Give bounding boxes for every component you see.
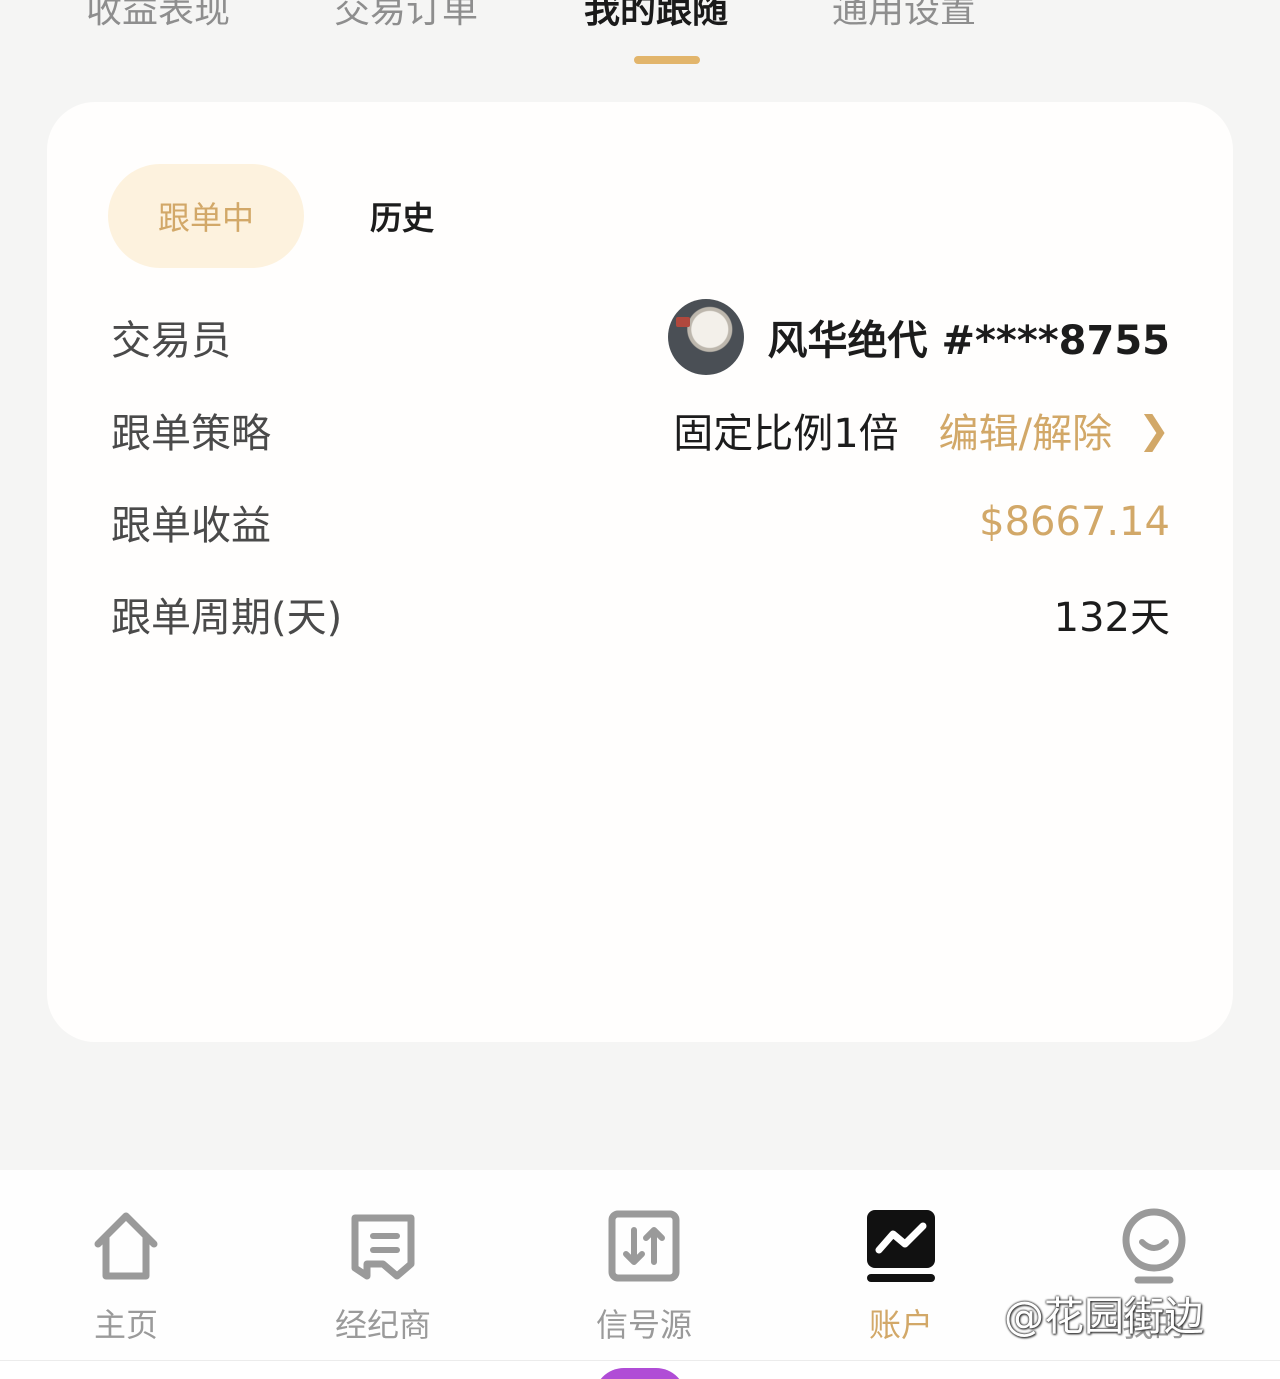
edit-remove-link[interactable]: 编辑/解除 [939,401,1112,459]
nav-account[interactable]: 账户 [821,1206,981,1346]
home-icon [94,1212,158,1280]
nav-account-label: 账户 [868,1306,933,1344]
broker-icon [351,1214,415,1280]
nav-broker-label: 经纪商 [334,1306,431,1344]
profit-value: $8667.14 [979,499,1170,545]
trader-avatar[interactable] [667,299,744,375]
signal-icon [608,1210,680,1282]
app-screen: 收益表现 交易订单 我的跟随 通用设置 跟单中 历史 交易员 风华绝代 #***… [0,0,1280,1379]
period-row: 跟单周期(天) 132天 [111,584,1170,644]
follow-card: 跟单中 历史 交易员 风华绝代 #****8755 跟单策略 固定比例1倍 编辑… [47,102,1233,1042]
top-tab-bar: 收益表现 交易订单 我的跟随 通用设置 [0,0,1280,86]
period-value: 132天 [1053,595,1170,641]
watermark-text: @花园街边 [1004,1294,1204,1340]
tab-profit-performance[interactable]: 收益表现 [86,0,230,36]
nav-home-label: 主页 [93,1306,158,1344]
chevron-right-icon[interactable]: ❯ [1138,408,1170,452]
segment-following[interactable]: 跟单中 [108,164,304,268]
trader-row: 交易员 风华绝代 #****8755 [111,299,1170,375]
tab-my-follow[interactable]: 我的跟随 [584,0,728,36]
strategy-info: 固定比例1倍 编辑/解除 ❯ [673,401,1170,459]
strategy-value: 固定比例1倍 [673,411,899,457]
nav-home[interactable]: 主页 [46,1206,206,1346]
account-chart-icon [867,1210,935,1282]
tab-trade-orders[interactable]: 交易订单 [334,0,478,36]
nav-signal[interactable]: 信号源 [564,1206,724,1346]
strategy-row: 跟单策略 固定比例1倍 编辑/解除 ❯ [111,400,1170,460]
trader-name: 风华绝代 #****8755 [767,318,1170,364]
profit-label: 跟单收益 [111,503,271,549]
period-label: 跟单周期(天) [111,595,343,641]
profile-icon [1122,1208,1186,1284]
tab-general-settings[interactable]: 通用设置 [832,0,976,36]
strategy-label: 跟单策略 [111,411,271,457]
nav-broker[interactable]: 经纪商 [303,1206,463,1346]
nav-signal-label: 信号源 [595,1306,692,1344]
segment-history[interactable]: 历史 [347,164,457,268]
trader-info[interactable]: 风华绝代 #****8755 [667,299,1170,375]
profit-row: 跟单收益 $8667.14 [111,492,1170,552]
active-tab-indicator [634,56,700,64]
trader-label: 交易员 [111,318,231,364]
